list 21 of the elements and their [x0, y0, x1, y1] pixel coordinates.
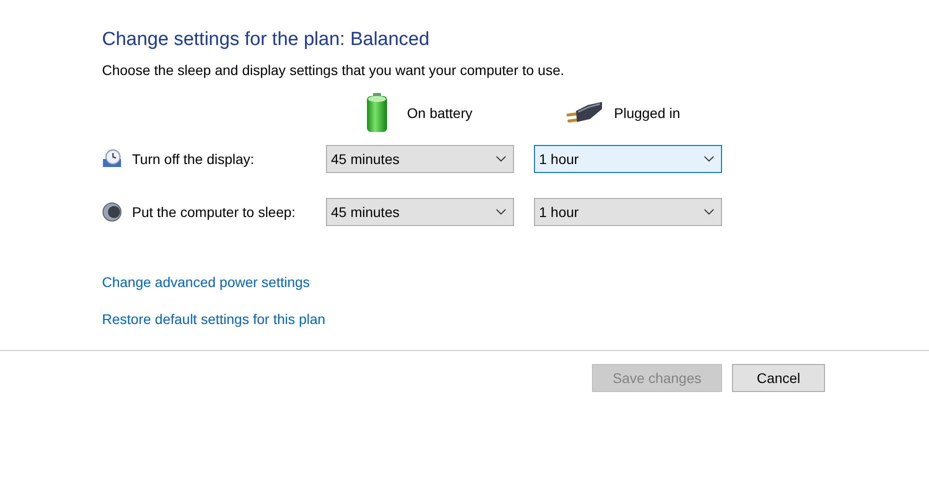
- link[interactable]: Change advanced power settings: [102, 273, 310, 291]
- dropdown[interactable]: 45 minutes: [326, 198, 514, 226]
- battery-icon: [366, 93, 388, 133]
- dropdown[interactable]: 1 hour: [534, 145, 722, 173]
- link[interactable]: Restore default settings for this plan: [102, 310, 326, 328]
- plug-icon: [564, 101, 604, 125]
- page-title: Change settings for the plan: Balanced: [102, 28, 430, 52]
- chevron-icon: [704, 209, 714, 215]
- monitor-clock-icon: [102, 149, 122, 169]
- button[interactable]: Cancel: [732, 364, 825, 392]
- moon-icon: [102, 202, 122, 222]
- dropdown[interactable]: 45 minutes: [326, 145, 514, 173]
- setting-label: Turn off the display:: [132, 150, 254, 169]
- description: Choose the sleep and display settings that you want your computer to use.: [102, 61, 566, 79]
- column-header: Plugged in: [614, 104, 680, 123]
- setting-label: Put the computer to sleep:: [132, 202, 296, 222]
- column-header: On battery: [407, 104, 472, 123]
- dropdown[interactable]: 1 hour: [534, 198, 722, 226]
- chevron-icon: [496, 156, 506, 162]
- chevron-icon: [704, 156, 714, 162]
- chevron-icon: [496, 209, 506, 215]
